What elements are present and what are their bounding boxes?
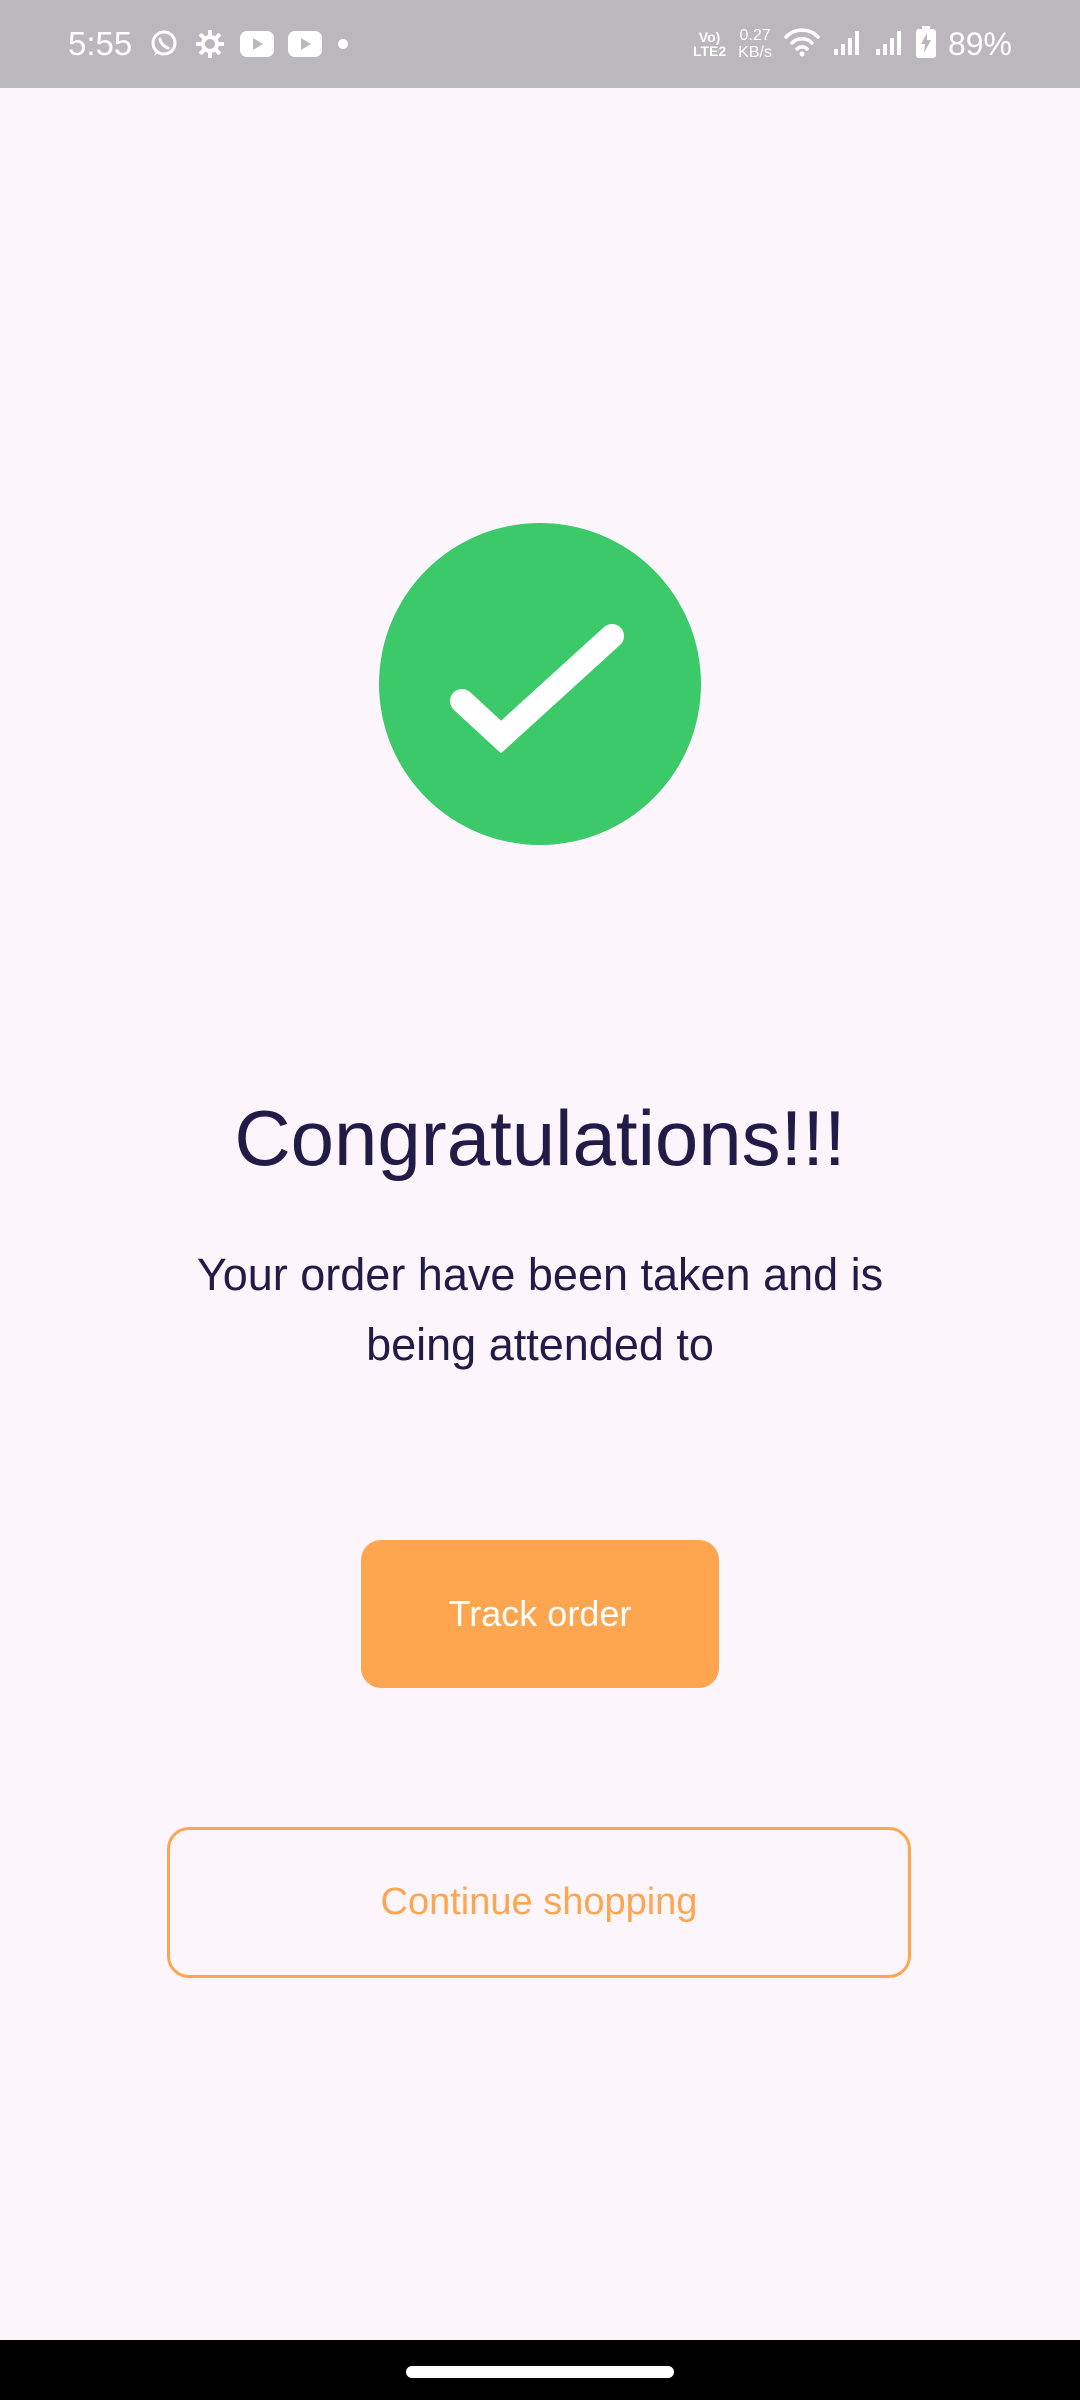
wifi-icon: [784, 27, 820, 62]
lte-label: LTE2: [692, 43, 727, 59]
success-badge: [379, 523, 701, 845]
network-speed-value: 0.27: [739, 27, 771, 44]
network-speed-unit: KB/s: [738, 44, 772, 61]
dot-icon: [336, 37, 350, 51]
checkmark-icon: [450, 624, 624, 754]
volte-label: Vo): [698, 29, 721, 45]
notification-icons: [148, 26, 350, 62]
battery-charging-icon: [915, 25, 936, 63]
battery-percentage: 89%: [947, 26, 1012, 62]
volte-indicator: Vo) LTE2: [693, 30, 726, 58]
confirmation-message: Your order have been taken and is being …: [196, 1249, 884, 1370]
network-speed: 0.27 KB/s: [738, 27, 772, 61]
track-order-button[interactable]: Track order: [361, 1540, 719, 1688]
system-indicators: Vo) LTE2 0.27 KB/s 89%: [693, 22, 1012, 66]
signal-icon: [832, 27, 862, 62]
status-time: 5:55: [68, 25, 133, 62]
youtube-icon: [240, 31, 274, 57]
confirmation-title: Congratulations!!!: [234, 1094, 846, 1182]
home-indicator[interactable]: [406, 2366, 674, 2378]
youtube-icon: [288, 31, 322, 57]
settings-icon: [194, 28, 226, 60]
signal-icon: [874, 27, 904, 62]
status-bar: 5:55 Vo) LTE2 0.27 KB/s 89%: [0, 0, 1080, 88]
whatsapp-icon: [148, 28, 180, 60]
continue-shopping-button[interactable]: Continue shopping: [167, 1827, 911, 1978]
